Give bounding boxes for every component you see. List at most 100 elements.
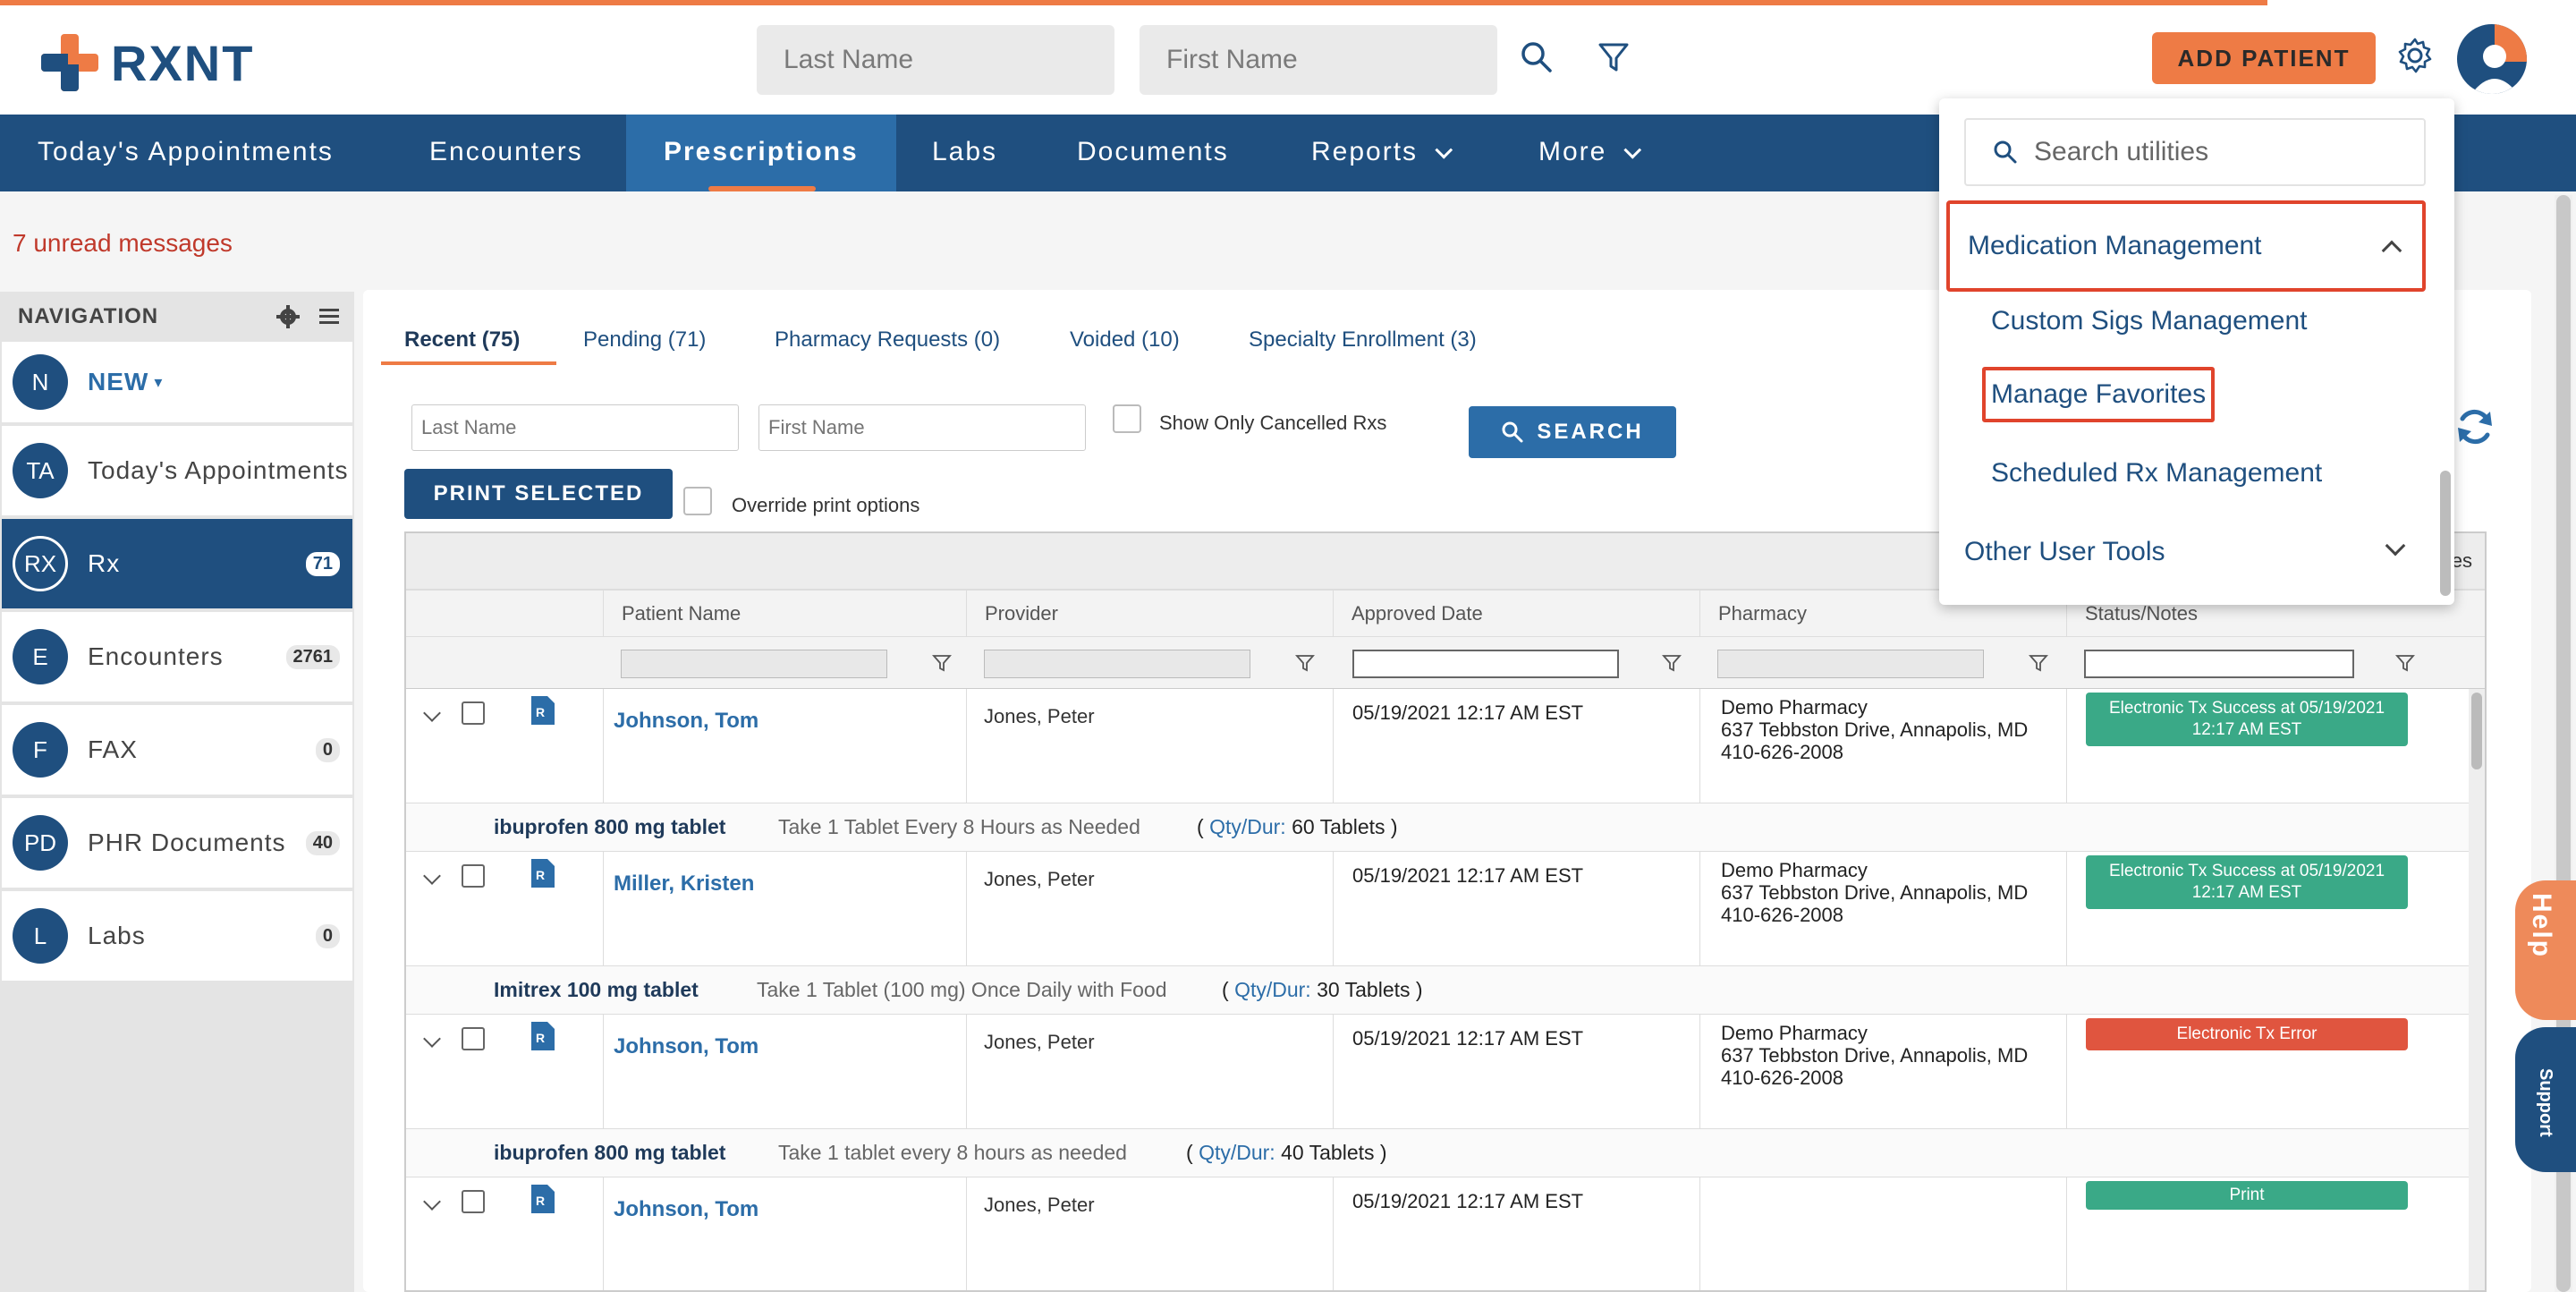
refresh-icon[interactable] [2454,406,2496,447]
tab-voided[interactable]: Voided (10) [1070,327,1180,353]
filter-last-name-input[interactable] [411,404,739,451]
left-nav-encounters[interactable]: E Encounters 2761 [2,612,352,703]
expand-chevron-icon[interactable] [423,1030,441,1048]
column-filter-icon[interactable] [1662,653,1682,673]
search-utilities-input[interactable]: Search utilities [1964,118,2426,186]
table-row[interactable]: R Johnson, Tom Jones, Peter 05/19/2021 1… [406,1015,2485,1129]
row-checkbox[interactable] [462,1027,485,1050]
row-checkbox[interactable] [462,701,485,725]
unread-messages-link[interactable]: 7 unread messages [13,229,233,258]
nav-encounters[interactable]: Encounters [392,115,621,191]
provider-filter-input[interactable] [984,650,1250,678]
row-checkbox[interactable] [462,1190,485,1213]
help-label: Help [2527,893,2556,959]
nav-reports[interactable]: Reports [1274,115,1484,191]
tab-specialty-enrollment[interactable]: Specialty Enrollment (3) [1249,327,1477,353]
left-navigation: NAVIGATION N NEW ▾ TA Today's Appointmen… [0,292,354,1292]
column-filter-icon[interactable] [2395,653,2415,673]
expand-chevron-icon[interactable] [423,867,441,885]
left-nav-header: NAVIGATION [0,292,354,342]
provider-name: Jones, Peter [984,868,1095,890]
other-user-tools-section[interactable]: Other User Tools [1946,506,2426,598]
search-button[interactable]: SEARCH [1469,406,1676,458]
patient-name-link[interactable]: Miller, Kristen [614,871,754,897]
status-badge: Electronic Tx Success at 05/19/2021 12:1… [2086,693,2408,746]
gear-icon[interactable] [2395,36,2435,75]
left-nav-labs[interactable]: L Labs 0 [2,891,352,982]
patient-name-link[interactable]: Johnson, Tom [614,709,758,734]
nav-todays-appointments[interactable]: Today's Appointments [0,115,371,191]
col-patient-name[interactable]: Patient Name [603,591,966,637]
left-nav-label: Encounters [88,642,224,670]
section-label: Other User Tools [1964,537,2165,566]
help-tab[interactable]: Help [2515,880,2576,1020]
status-filter-input[interactable] [2084,650,2354,678]
count-badge: 0 [315,737,340,762]
expand-chevron-icon[interactable] [423,1193,441,1211]
nav-more[interactable]: More [1501,115,1673,191]
nav-labs[interactable]: Labs [894,115,1035,191]
table-row[interactable]: R Miller, Kristen Jones, Peter 05/19/202… [406,852,2485,966]
svg-text:R: R [536,868,545,882]
patient-filter-input[interactable] [621,650,887,678]
provider-name: Jones, Peter [984,1194,1095,1216]
search-icon[interactable] [1519,39,1555,75]
left-nav-phr-documents[interactable]: PD PHR Documents 40 [2,798,352,889]
chevron-down-icon [1435,140,1453,159]
custom-sigs-management-link[interactable]: Custom Sigs Management [1991,306,2308,336]
patient-name-link[interactable]: Johnson, Tom [614,1034,758,1059]
col-provider[interactable]: Provider [966,591,1333,637]
nav-documents[interactable]: Documents [1039,115,1267,191]
patient-name-link[interactable]: Johnson, Tom [614,1197,758,1222]
brand-name: RXNT [111,34,255,91]
col-approved-date[interactable]: Approved Date [1333,591,1699,637]
override-print-label: Override print options [732,494,920,516]
left-nav-rx[interactable]: RX Rx 71 [2,519,352,610]
tab-pending[interactable]: Pending (71) [583,327,706,353]
column-filter-icon[interactable] [2029,653,2048,673]
tab-pharmacy-requests[interactable]: Pharmacy Requests (0) [775,327,1000,353]
user-avatar[interactable] [2454,21,2529,97]
expand-chevron-icon[interactable] [423,704,441,722]
override-print-checkbox[interactable] [683,487,712,515]
print-selected-button[interactable]: PRINT SELECTED [404,469,673,519]
left-nav-todays-appointments[interactable]: TA Today's Appointments [2,426,352,517]
header-first-name-input[interactable] [1140,25,1497,95]
approved-date-filter-input[interactable] [1352,650,1619,678]
rx-document-icon[interactable]: R [531,859,555,888]
tab-recent[interactable]: Recent (75) [404,327,520,353]
nav-prescriptions[interactable]: Prescriptions [626,115,896,191]
left-nav-title: NAVIGATION [18,304,159,328]
rxnt-logo[interactable]: RXNT [41,30,254,95]
count-badge: 40 [305,830,340,855]
support-tab[interactable]: Support [2515,1027,2576,1172]
approved-date: 05/19/2021 12:17 AM EST [1352,1190,1584,1212]
header-last-name-input[interactable] [757,25,1114,95]
provider-name: Jones, Peter [984,705,1095,727]
row-checkbox[interactable] [462,864,485,888]
column-filter-icon[interactable] [932,653,952,673]
filter-icon[interactable] [1596,39,1631,75]
rx-document-icon[interactable]: R [531,1022,555,1050]
cancelled-rxs-checkbox[interactable] [1113,404,1141,433]
menu-icon[interactable] [317,304,342,329]
rx-document-icon[interactable]: R [531,696,555,725]
table-row[interactable]: R Johnson, Tom Jones, Peter 05/19/2021 1… [406,1177,2485,1290]
settings-gear-icon[interactable] [275,304,301,329]
column-filter-icon[interactable] [1295,653,1315,673]
svg-text:R: R [536,1194,545,1208]
scheduled-rx-management-link[interactable]: Scheduled Rx Management [1991,458,2322,489]
manage-favorites-link[interactable]: Manage Favorites [1982,367,2216,422]
grid-scrollbar[interactable] [2469,689,2485,1290]
utilities-scrollbar[interactable] [2440,98,2451,605]
drug-qty: ( Qty/Dur: 30 Tablets ) [1222,978,1423,1001]
rx-document-icon[interactable]: R [531,1185,555,1213]
pharmacy-filter-input[interactable] [1717,650,1984,678]
table-row[interactable]: R Johnson, Tom Jones, Peter 05/19/2021 1… [406,689,2485,803]
add-patient-button[interactable]: ADD PATIENT [2152,32,2376,84]
drug-detail-row: ibuprofen 800 mg tablet Take 1 Tablet Ev… [406,803,2485,852]
left-nav-fax[interactable]: F FAX 0 [2,705,352,796]
filter-first-name-input[interactable] [758,404,1086,451]
left-nav-new[interactable]: N NEW ▾ [2,342,352,424]
medication-management-section[interactable]: Medication Management [1946,200,2426,292]
